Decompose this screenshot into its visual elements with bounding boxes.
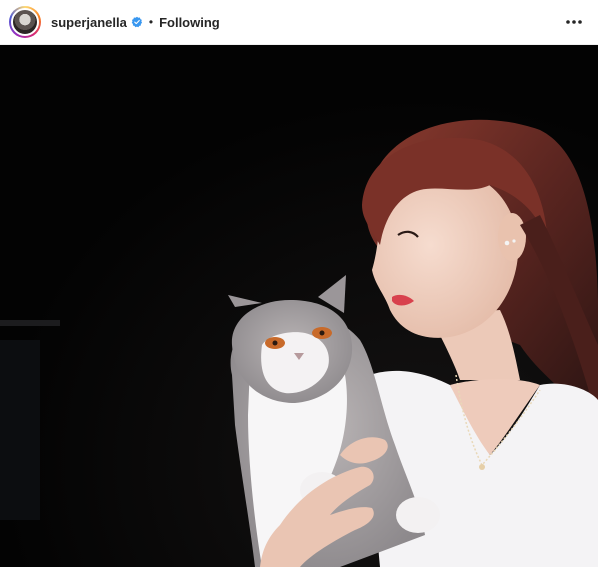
post-header: superjanella • Following [0,0,598,45]
username-link[interactable]: superjanella [51,15,127,30]
cat-pupil-left [272,340,278,346]
more-options-button[interactable] [562,10,586,34]
avatar[interactable] [11,8,39,36]
following-button[interactable]: Following [159,15,220,30]
necklace-pendant [479,464,485,470]
verified-badge-icon [131,16,142,28]
cat-pupil-right [319,330,325,336]
story-ring[interactable] [9,6,41,38]
more-options-icon [566,20,582,24]
earring [504,240,510,246]
separator-dot: • [148,15,154,29]
ear [498,213,526,261]
cat-paw-right [396,497,440,533]
post-photo [0,45,598,567]
earring-small [512,239,516,243]
window-pane [0,340,40,520]
post-image[interactable] [0,45,598,567]
window-frame [0,320,60,326]
